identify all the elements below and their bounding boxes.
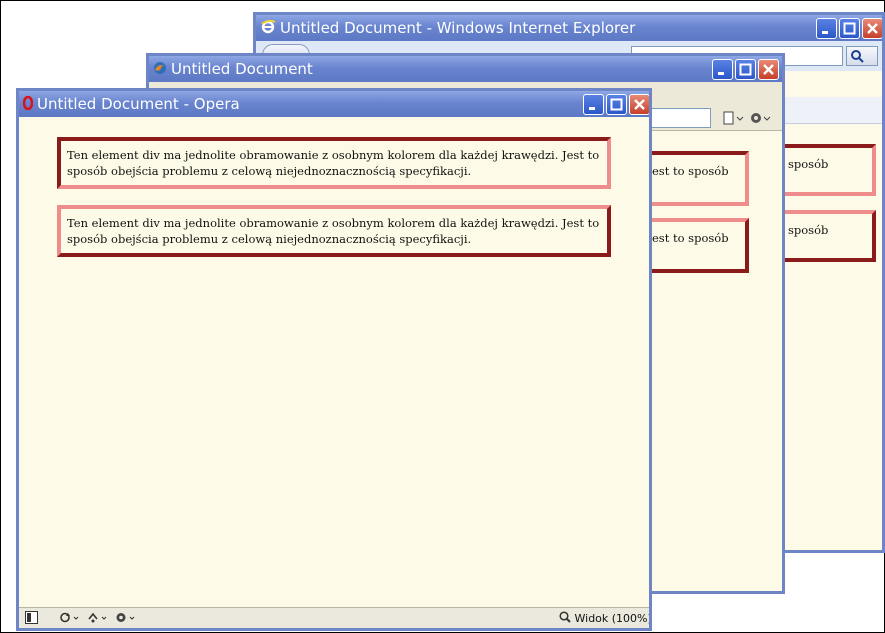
firefox-box-text-1: est to sposób xyxy=(652,164,729,178)
opera-statusbar: Widok (100%) ▾ xyxy=(19,607,649,628)
opera-titlebar[interactable]: Untitled Document - Opera xyxy=(19,91,649,117)
firefox-box-text-2: est to sposób xyxy=(652,231,729,245)
firefox-minimize-button[interactable] xyxy=(712,59,733,80)
zoom-icon xyxy=(559,611,571,623)
maximize-icon xyxy=(610,98,623,111)
minimize-icon xyxy=(718,72,724,75)
close-icon xyxy=(634,99,645,110)
opera-logo-icon xyxy=(22,92,34,118)
panel-toggle-icon[interactable] xyxy=(25,611,38,627)
close-icon xyxy=(763,64,774,75)
minimize-icon xyxy=(589,107,595,110)
opera-content-box-2: Ten element div ma jednolite obramowanie… xyxy=(57,205,611,257)
opera-box-text-1: Ten element div ma jednolite obramowanie… xyxy=(67,148,600,178)
opera-maximize-button[interactable] xyxy=(606,94,627,115)
search-icon xyxy=(851,50,864,63)
firefox-logo-icon xyxy=(153,57,167,83)
firefox-titlebar[interactable]: Untitled Document xyxy=(149,56,782,82)
zoom-control[interactable]: Widok (100%) ▾ xyxy=(559,611,652,625)
ie-content-box-2: sposób xyxy=(776,210,876,262)
opera-box-text-2: Ten element div ma jednolite obramowanie… xyxy=(67,216,600,246)
ie-logo-icon xyxy=(260,16,276,42)
maximize-icon xyxy=(739,63,752,76)
opera-close-button[interactable] xyxy=(629,94,649,115)
ie-content-box-1: sposób xyxy=(776,144,876,196)
ie-box-text-1: sposób xyxy=(788,157,829,171)
ie-title: Untitled Document - Windows Internet Exp… xyxy=(280,19,636,37)
ie-close-button[interactable] xyxy=(862,18,882,39)
opera-menu-icon[interactable] xyxy=(115,611,137,627)
ie-search-button[interactable] xyxy=(846,46,878,66)
page-menu-icon[interactable] xyxy=(723,110,745,129)
ie-maximize-button[interactable] xyxy=(839,18,860,39)
ie-minimize-button[interactable] xyxy=(816,18,837,39)
firefox-maximize-button[interactable] xyxy=(735,59,756,80)
tools-gear-icon[interactable] xyxy=(749,110,773,129)
opera-content-box-1: Ten element div ma jednolite obramowanie… xyxy=(57,137,611,189)
minimize-icon xyxy=(822,31,828,34)
ie-titlebar[interactable]: Untitled Document - Windows Internet Exp… xyxy=(256,15,882,41)
speed-dial-icon[interactable] xyxy=(87,611,109,627)
firefox-close-button[interactable] xyxy=(758,59,779,80)
opera-title: Untitled Document - Opera xyxy=(37,95,240,113)
opera-minimize-button[interactable] xyxy=(583,94,604,115)
zoom-label: Widok (100%) xyxy=(574,612,652,625)
close-icon xyxy=(867,23,878,34)
firefox-title: Untitled Document xyxy=(171,60,313,78)
maximize-icon xyxy=(843,22,856,35)
opera-window: Untitled Document - Opera Ten element di… xyxy=(16,88,652,631)
ie-box-text-2: sposób xyxy=(788,223,829,237)
reload-icon[interactable] xyxy=(59,611,81,627)
